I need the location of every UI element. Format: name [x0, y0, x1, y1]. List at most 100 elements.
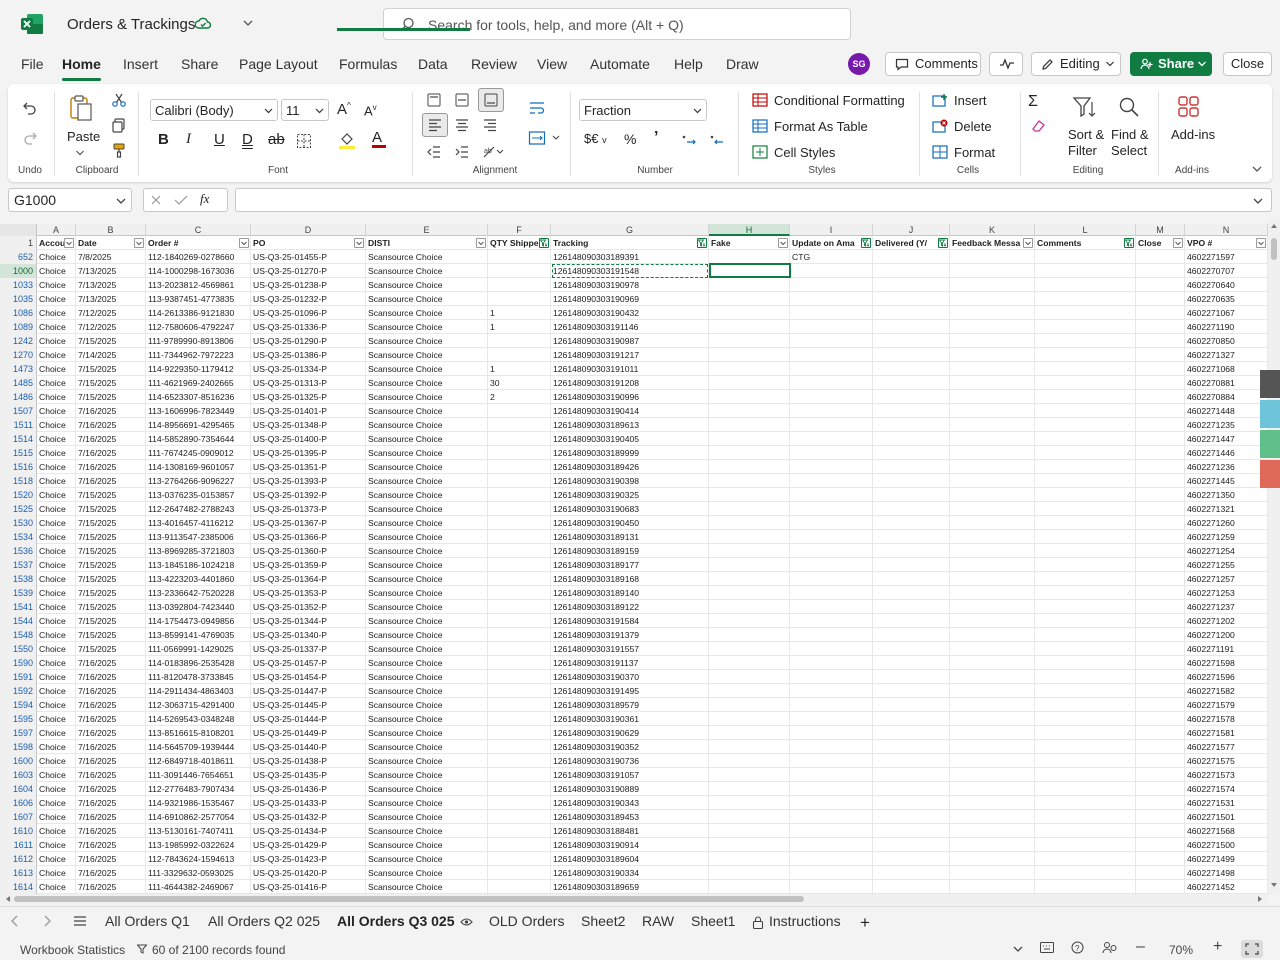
cell-i[interactable] [790, 390, 873, 404]
cell-e[interactable]: Scansource Choice [366, 320, 488, 334]
cell-b[interactable]: 7/16/2025 [76, 418, 146, 432]
cell-d[interactable]: US-Q3-25-01359-P [251, 558, 366, 572]
tab-share[interactable]: Share [181, 56, 218, 72]
cell-h[interactable] [709, 390, 790, 404]
cell-n[interactable]: 4602271500 [1185, 838, 1268, 852]
cell-i[interactable] [790, 740, 873, 754]
cell-l[interactable] [1035, 572, 1136, 586]
cell-a[interactable]: Choice [37, 880, 76, 894]
column-header-j[interactable]: J [873, 224, 950, 236]
cell-i[interactable] [790, 292, 873, 306]
cell-g[interactable]: 126148090303189131 [551, 530, 709, 544]
scroll-right-icon[interactable] [1256, 895, 1264, 903]
cell-k[interactable] [950, 614, 1035, 628]
cell-g[interactable]: 126148090303189122 [551, 600, 709, 614]
fit-to-window-icon[interactable] [1241, 940, 1263, 958]
scroll-down-icon[interactable] [1270, 881, 1278, 891]
cell-c[interactable]: 113-1845186-1024218 [146, 558, 251, 572]
decrease-font-icon[interactable]: Av [364, 103, 377, 118]
search-input[interactable]: Search for tools, help, and more (Alt + … [383, 8, 851, 40]
cell-a[interactable]: Choice [37, 572, 76, 586]
cell-g[interactable]: 126148090303190996 [551, 390, 709, 404]
cell-d[interactable]: US-Q3-25-01420-P [251, 866, 366, 880]
cell-f[interactable] [488, 292, 551, 306]
cell-b[interactable]: 7/16/2025 [76, 782, 146, 796]
select-all-corner[interactable] [0, 224, 37, 236]
feedback-icon[interactable] [1102, 941, 1117, 954]
cell-h[interactable] [709, 432, 790, 446]
chevron-down-icon[interactable] [242, 17, 254, 29]
avatar[interactable]: SG [848, 53, 870, 75]
cell-h[interactable] [709, 404, 790, 418]
cell-a[interactable]: Choice [37, 628, 76, 642]
cell-m[interactable] [1136, 432, 1185, 446]
row-number[interactable]: 1592 [0, 684, 37, 698]
cell-c[interactable]: 111-0569991-1429025 [146, 642, 251, 656]
cell-f[interactable]: 1 [488, 320, 551, 334]
cell-e[interactable]: Scansource Choice [366, 292, 488, 306]
cell-l[interactable] [1035, 558, 1136, 572]
conditional-formatting-button[interactable]: Conditional Formatting [774, 93, 905, 108]
cell-h[interactable] [709, 250, 790, 264]
cell-n[interactable]: 4602270640 [1185, 278, 1268, 292]
cell-e[interactable]: Scansource Choice [366, 656, 488, 670]
cell-c[interactable]: 113-8969285-3721803 [146, 544, 251, 558]
cell-a[interactable]: Choice [37, 488, 76, 502]
autosum-icon[interactable]: Σ [1028, 93, 1038, 111]
cell-d[interactable]: US-Q3-25-01447-P [251, 684, 366, 698]
cell-g[interactable]: 126148090303191217 [551, 348, 709, 362]
cell-a[interactable]: Choice [37, 362, 76, 376]
row-number[interactable]: 1242 [0, 334, 37, 348]
cell-d[interactable]: US-Q3-25-01367-P [251, 516, 366, 530]
cell-g[interactable]: 126148090303190889 [551, 782, 709, 796]
cell-f[interactable] [488, 824, 551, 838]
underline-icon[interactable]: U [214, 131, 225, 148]
cell-l[interactable] [1035, 838, 1136, 852]
cell-h[interactable] [709, 866, 790, 880]
cell-a[interactable]: Choice [37, 642, 76, 656]
cell-k[interactable] [950, 838, 1035, 852]
filter-dropdown-icon[interactable] [1173, 238, 1183, 248]
cell-m[interactable] [1136, 418, 1185, 432]
cell-n[interactable]: 4602271260 [1185, 516, 1268, 530]
cell-j[interactable] [873, 460, 950, 474]
cell-a[interactable]: Choice [37, 516, 76, 530]
cell-c[interactable]: 111-8120478-3733845 [146, 670, 251, 684]
cell-m[interactable] [1136, 250, 1185, 264]
cell-a[interactable]: Choice [37, 740, 76, 754]
cell-f[interactable] [488, 348, 551, 362]
cell-e[interactable]: Scansource Choice [366, 824, 488, 838]
cell-j[interactable] [873, 376, 950, 390]
cell-d[interactable]: US-Q3-25-01337-P [251, 642, 366, 656]
cell-h[interactable] [709, 306, 790, 320]
cell-e[interactable]: Scansource Choice [366, 782, 488, 796]
keyboard-icon[interactable] [1040, 942, 1054, 953]
row-number[interactable]: 1597 [0, 726, 37, 740]
cell-b[interactable]: 7/16/2025 [76, 740, 146, 754]
cell-d[interactable]: US-Q3-25-01454-P [251, 670, 366, 684]
cell-n[interactable]: 4602271202 [1185, 614, 1268, 628]
cell-j[interactable] [873, 390, 950, 404]
column-title[interactable]: Date [76, 236, 146, 250]
cell-n[interactable]: 4602271499 [1185, 852, 1268, 866]
cell-m[interactable] [1136, 264, 1185, 278]
cell-g[interactable]: 126148090303190914 [551, 838, 709, 852]
paste-button[interactable]: Paste [67, 129, 100, 144]
redo-icon[interactable] [22, 130, 38, 146]
all-sheets-menu-icon[interactable] [73, 915, 87, 927]
increase-font-icon[interactable]: A^ [337, 101, 351, 118]
cell-f[interactable] [488, 670, 551, 684]
prev-sheet-icon[interactable] [10, 915, 20, 927]
cell-e[interactable]: Scansource Choice [366, 698, 488, 712]
cell-i[interactable] [790, 432, 873, 446]
cell-k[interactable] [950, 502, 1035, 516]
cell-j[interactable] [873, 502, 950, 516]
cell-j[interactable] [873, 768, 950, 782]
cell-n[interactable]: 4602271254 [1185, 544, 1268, 558]
sheet-tab-instructions[interactable]: Instructions [752, 913, 841, 929]
cell-k[interactable] [950, 334, 1035, 348]
cell-f[interactable] [488, 726, 551, 740]
cell-j[interactable] [873, 418, 950, 432]
side-tab-green[interactable] [1260, 430, 1280, 458]
row-number[interactable]: 1604 [0, 782, 37, 796]
